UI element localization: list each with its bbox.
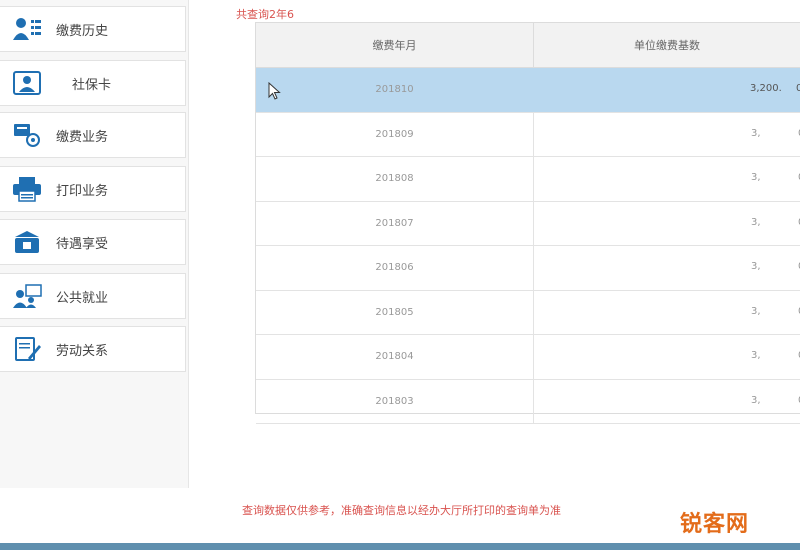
month-text: 201804 [375,351,414,363]
sidebar-item-label: 社保卡 [72,77,112,93]
cell-base: 3,0 [534,157,800,201]
sidebar-item-label: 打印业务 [56,183,109,199]
cell-month: 201805 [256,290,534,334]
cell-base: 3,0 [534,113,800,157]
social-card-icon [10,68,44,98]
table-row[interactable]: 201810 3,200. 0 [256,68,800,113]
column-header-base[interactable]: 单位缴费基数 [534,23,800,67]
sidebar-item-payment-history[interactable]: 缴费历史 [0,6,186,52]
table-header: 缴费年月 单位缴费基数 [256,23,800,68]
base-value-cont: 0 [796,83,800,94]
base-value: 3, [751,394,761,406]
month-text: 201809 [375,128,414,140]
base-value: 3, [751,216,761,228]
cell-month: 201806 [256,246,534,290]
table-row[interactable]: 201805 3,0 [256,290,800,335]
table-row[interactable]: 201808 3,0 [256,157,800,202]
month-text: 201806 [375,262,414,274]
month-text: 201810 [375,84,414,96]
table-row[interactable]: 201803 3,0 [256,379,800,424]
month-text: 201808 [375,173,414,185]
sidebar-item-label: 劳动关系 [56,343,109,359]
month-text: 201807 [375,217,414,229]
cell-month: 201807 [256,201,534,245]
table-row[interactable]: 201807 3,0 [256,201,800,246]
sidebar-item-social-card[interactable]: 社保卡 [0,60,186,106]
mouse-cursor-icon [268,82,281,100]
base-value: 3, [751,127,761,139]
table-row[interactable]: 201809 3,0 [256,112,800,157]
cell-base: 3,0 [534,246,800,290]
sidebar-item-label: 待遇享受 [56,236,109,252]
benefits-icon [10,227,44,257]
sidebar-item-labor-relations[interactable]: 劳动关系 [0,326,186,372]
sidebar-item-benefits[interactable]: 待遇享受 [0,219,186,265]
sidebar-item-print-business[interactable]: 打印业务 [0,166,186,212]
labor-icon [10,334,44,364]
record-count-note: 共查询2年6 [236,8,294,21]
table-body: 201810 3,200. 0 201809 3,0 201808 3,0 201807 3,0… [256,68,800,424]
cell-month: 201809 [256,112,534,156]
cell-base: 3,200. 0 [534,68,800,112]
sidebar-item-label: 公共就业 [56,290,109,306]
month-text: 201803 [375,395,414,407]
bottom-bar [0,543,800,550]
cell-base: 3,0 [534,335,800,379]
table-row[interactable]: 201804 3,0 [256,335,800,380]
base-value: 3,200. [750,83,782,94]
cell-month: 201810 [256,68,534,112]
payment-table: 缴费年月 单位缴费基数 2018103,200.02018093,0201808… [255,22,800,424]
cell-base: 3,0 [534,291,800,335]
employment-icon [10,281,44,311]
cell-base: 3,0 [534,380,800,424]
sidebar: 缴费历史 社保卡 缴费业务 打印业务 待遇享受 公共就业 劳动关系 [0,0,189,488]
column-header-month[interactable]: 缴费年月 [256,23,534,67]
table-row[interactable]: 201806 3,0 [256,246,800,291]
payment-icon [10,120,44,150]
cell-month: 201803 [256,379,534,423]
base-value: 3, [751,350,761,361]
base-value: 3, [751,261,761,272]
base-value: 3, [751,172,761,183]
month-text: 201805 [375,306,414,318]
sidebar-item-label: 缴费历史 [56,23,109,39]
history-icon [10,14,44,44]
cell-month: 201808 [256,157,534,201]
sidebar-item-public-employment[interactable]: 公共就业 [0,273,186,319]
sidebar-item-label: 缴费业务 [56,129,109,145]
sidebar-item-payment-business[interactable]: 缴费业务 [0,112,186,158]
cell-month: 201804 [256,335,534,379]
watermark-logo: 锐客网 [680,512,750,537]
disclaimer-note: 查询数据仅供参考，准确查询信息以经办大厅所打印的查询单为准 [242,504,561,517]
printer-icon [10,174,44,204]
cell-base: 3,0 [534,202,800,246]
base-value: 3, [751,305,761,317]
